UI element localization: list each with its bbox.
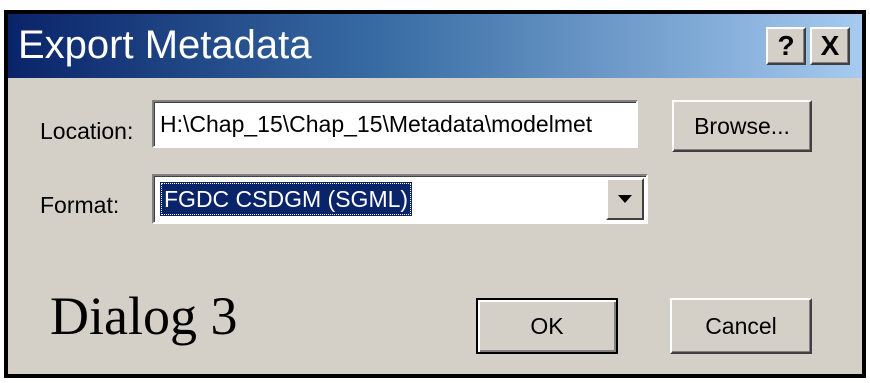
cancel-button[interactable]: Cancel bbox=[670, 298, 812, 354]
dialog-title: Export Metadata bbox=[18, 23, 312, 67]
page: Export Metadata ? X Location: H:\Chap_15… bbox=[0, 0, 870, 383]
dropdown-arrow-button[interactable] bbox=[606, 178, 644, 220]
format-dropdown[interactable]: FGDC CSDGM (SGML) bbox=[152, 174, 648, 224]
close-icon: X bbox=[820, 30, 840, 61]
format-selected-value: FGDC CSDGM (SGML) bbox=[160, 182, 413, 216]
close-button[interactable]: X bbox=[810, 27, 850, 65]
location-field[interactable]: H:\Chap_15\Chap_15\Metadata\modelmet bbox=[152, 100, 638, 148]
format-label: Format: bbox=[40, 192, 120, 218]
location-value: H:\Chap_15\Chap_15\Metadata\modelmet bbox=[160, 111, 593, 137]
location-label: Location: bbox=[40, 118, 134, 144]
export-metadata-dialog: Export Metadata ? X Location: H:\Chap_15… bbox=[4, 10, 866, 378]
ok-button[interactable]: OK bbox=[476, 298, 618, 354]
dialog-caption: Dialog 3 bbox=[50, 286, 238, 346]
help-icon: ? bbox=[777, 30, 795, 61]
chevron-down-icon bbox=[618, 195, 632, 203]
title-bar[interactable]: Export Metadata ? X bbox=[8, 14, 862, 78]
help-button[interactable]: ? bbox=[766, 27, 806, 65]
browse-button[interactable]: Browse... bbox=[672, 100, 812, 152]
